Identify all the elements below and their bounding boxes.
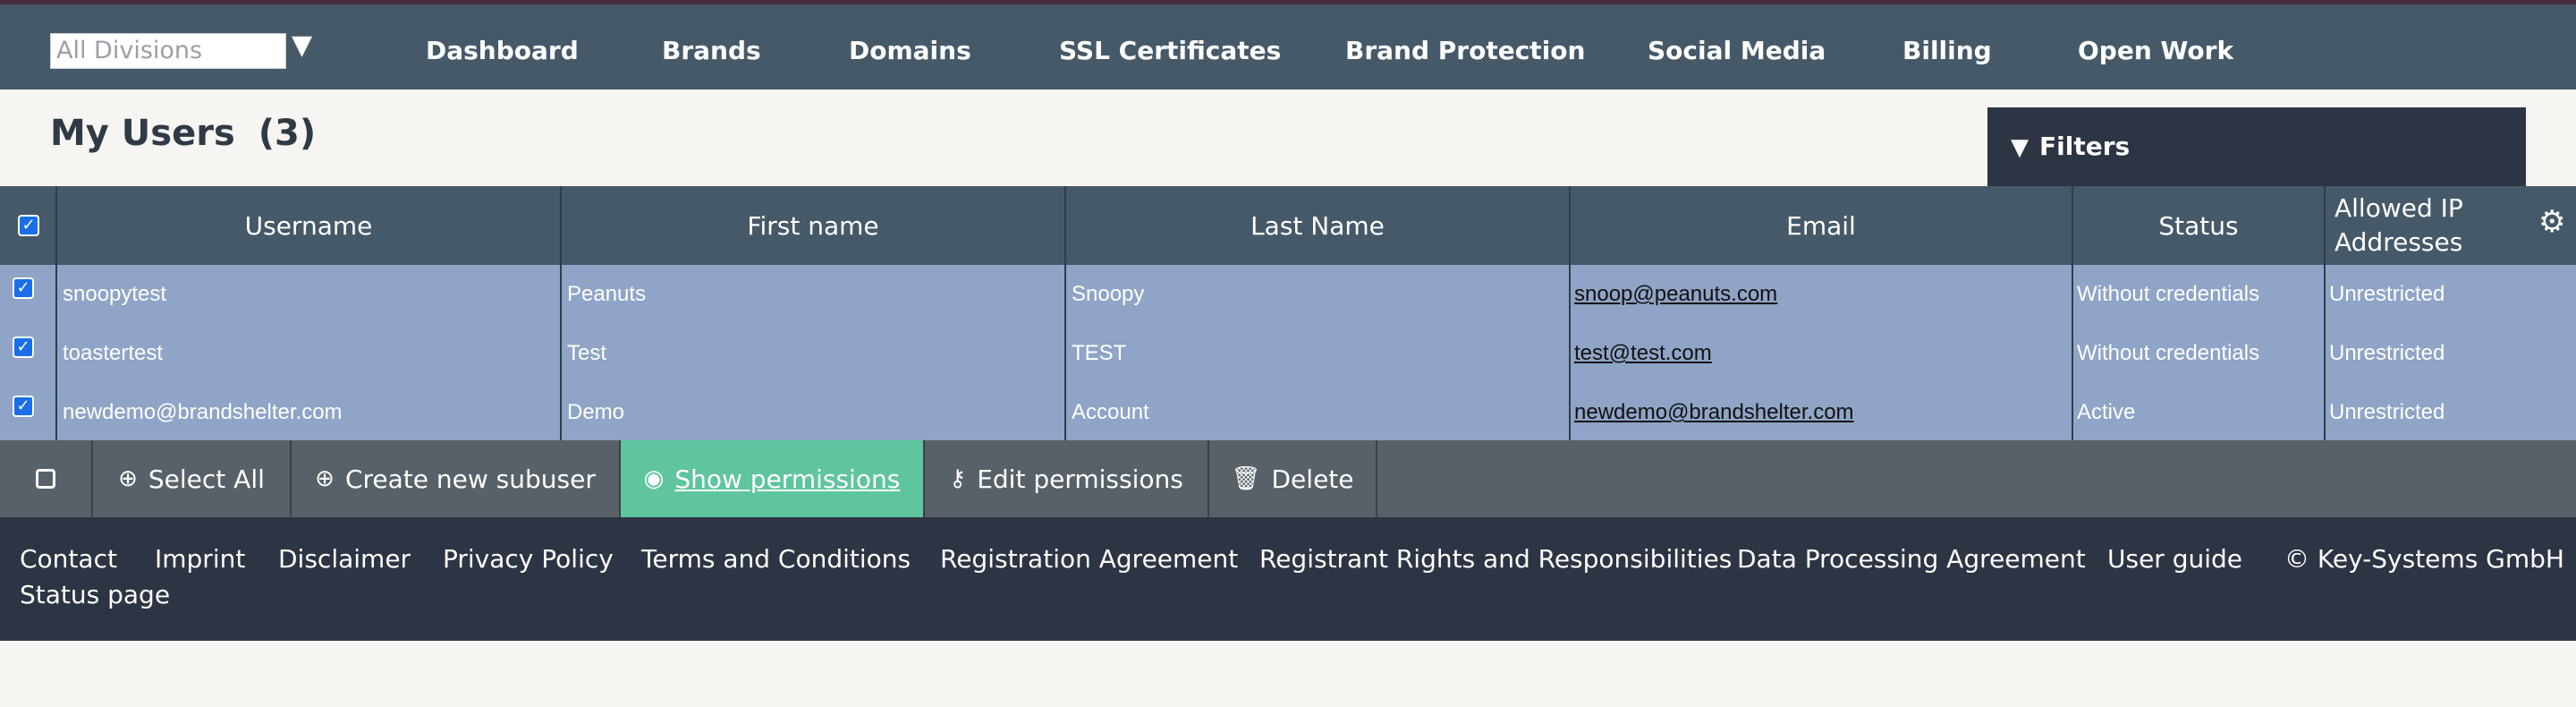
cell-email-link[interactable]: snoop@peanuts.com	[1571, 265, 2073, 324]
select-all-button[interactable]: ⊕ Select All	[93, 440, 292, 517]
table-row[interactable]: ✓ snoopytest Peanuts Snoopy snoop@peanut…	[0, 265, 2576, 324]
row-checkbox[interactable]: ✓	[13, 396, 34, 417]
header-status[interactable]: Status	[2073, 186, 2326, 265]
table-body: ✓ snoopytest Peanuts Snoopy snoop@peanut…	[0, 265, 2576, 440]
cell-first-name: Peanuts	[567, 282, 647, 306]
key-icon: ⚷	[949, 465, 967, 492]
footer-link-registration-agreement[interactable]: Registration Agreement	[940, 544, 1238, 574]
column-divider	[1569, 186, 1571, 440]
top-navigation: All Divisions ▼ Dashboard Brands Domains…	[0, 0, 2576, 89]
column-divider	[560, 186, 562, 440]
create-subuser-button[interactable]: ⊕ Create new subuser	[292, 440, 621, 517]
header-last-name[interactable]: Last Name	[1066, 186, 1571, 265]
triangle-down-icon[interactable]: ▼	[292, 30, 312, 61]
action-bar: ⊕ Select All ⊕ Create new subuser ◉ Show pe…	[0, 440, 2576, 517]
footer-link-data-processing[interactable]: Data Processing Agreement	[1737, 544, 2086, 574]
eye-icon: ◉	[643, 465, 665, 492]
edit-permissions-button[interactable]: ⚷ Edit permissions	[925, 440, 1209, 517]
column-divider	[2072, 186, 2073, 440]
cell-last-name: Account	[1072, 400, 1149, 424]
nav-ssl-certificates[interactable]: SSL Certificates	[1059, 31, 1281, 71]
gear-icon[interactable]: ⚙	[2538, 204, 2565, 240]
cell-allowed-ip: Unrestricted	[2329, 400, 2445, 424]
header-email[interactable]: Email	[1571, 186, 2073, 265]
create-subuser-label: Create new subuser	[344, 464, 596, 494]
column-divider	[2324, 186, 2326, 440]
trash-icon: 🗑	[1231, 465, 1261, 492]
cell-email-link[interactable]: test@test.com	[1571, 324, 2073, 383]
nav-brands[interactable]: Brands	[662, 31, 761, 71]
nav-billing[interactable]: Billing	[1902, 31, 1992, 71]
footer-link-privacy-policy[interactable]: Privacy Policy	[443, 544, 614, 574]
table-header: ✓ Username First name Last Name Email St…	[0, 186, 2576, 265]
cell-status: Active	[2077, 400, 2136, 424]
filters-toggle[interactable]: ▼ Filters	[1987, 107, 2526, 186]
cell-last-name: TEST	[1072, 341, 1127, 365]
cell-email-link[interactable]: newdemo@brandshelter.com	[1571, 383, 2073, 442]
show-permissions-button[interactable]: ◉ Show permissions	[621, 440, 925, 517]
header-first-name[interactable]: First name	[562, 186, 1066, 265]
cell-username: snoopytest	[63, 282, 167, 306]
cell-allowed-ip: Unrestricted	[2329, 341, 2445, 365]
delete-button[interactable]: 🗑 Delete	[1209, 440, 1377, 517]
cell-username: toastertest	[63, 341, 164, 365]
user-count: (3)	[258, 113, 317, 154]
row-checkbox[interactable]: ✓	[13, 277, 34, 299]
cell-allowed-ip: Unrestricted	[2329, 282, 2445, 306]
table-row[interactable]: ✓ newdemo@brandshelter.com Demo Account …	[0, 383, 2576, 442]
nav-domains[interactable]: Domains	[849, 31, 971, 71]
cell-status: Without credentials	[2077, 341, 2260, 365]
footer: Contact Imprint Disclaimer Privacy Polic…	[0, 517, 2576, 641]
select-all-checkbox[interactable]: ✓	[18, 215, 39, 236]
footer-link-contact[interactable]: Contact	[20, 544, 117, 574]
cell-status: Without credentials	[2077, 282, 2260, 306]
footer-copyright: © Key-Systems GmbH	[2284, 544, 2564, 574]
footer-link-status-page[interactable]: Status page	[20, 580, 170, 609]
header-allowed-ip[interactable]: Allowed IP Addresses	[2326, 186, 2529, 265]
cell-username: newdemo@brandshelter.com	[63, 400, 343, 424]
page-title: My Users (3)	[50, 113, 316, 154]
edit-permissions-label: Edit permissions	[977, 464, 1183, 494]
row-checkbox[interactable]: ✓	[13, 336, 34, 358]
bulk-select-checkbox[interactable]	[0, 440, 93, 517]
nav-dashboard[interactable]: Dashboard	[426, 31, 579, 71]
plus-circle-icon: ⊕	[118, 465, 138, 492]
select-all-label: Select All	[148, 464, 265, 494]
column-divider	[1064, 186, 1066, 440]
cell-first-name: Demo	[567, 400, 625, 424]
triangle-down-icon: ▼	[2011, 134, 2029, 161]
column-divider	[55, 186, 57, 440]
footer-link-imprint[interactable]: Imprint	[155, 544, 245, 574]
filters-label: Filters	[2039, 132, 2131, 161]
footer-link-registrant-rights[interactable]: Registrant Rights and Responsibilities	[1259, 544, 1732, 574]
footer-link-user-guide[interactable]: User guide	[2107, 544, 2242, 574]
nav-social-media[interactable]: Social Media	[1648, 31, 1826, 71]
cell-last-name: Snoopy	[1072, 282, 1145, 306]
nav-open-work[interactable]: Open Work	[2078, 31, 2233, 71]
page-title-text: My Users	[50, 113, 235, 154]
footer-link-disclaimer[interactable]: Disclaimer	[278, 544, 411, 574]
header-username[interactable]: Username	[57, 186, 562, 265]
footer-link-terms[interactable]: Terms and Conditions	[641, 544, 911, 574]
division-select[interactable]: All Divisions	[50, 33, 286, 69]
nav-brand-protection[interactable]: Brand Protection	[1345, 31, 1585, 71]
header-select-cell: ✓	[0, 186, 57, 265]
show-permissions-label: Show permissions	[674, 464, 901, 494]
table-row[interactable]: ✓ toastertest Test TEST test@test.com Wi…	[0, 324, 2576, 383]
delete-label: Delete	[1271, 464, 1354, 494]
empty-checkbox-icon	[36, 469, 55, 489]
plus-circle-icon: ⊕	[315, 465, 335, 492]
cell-first-name: Test	[567, 341, 607, 365]
